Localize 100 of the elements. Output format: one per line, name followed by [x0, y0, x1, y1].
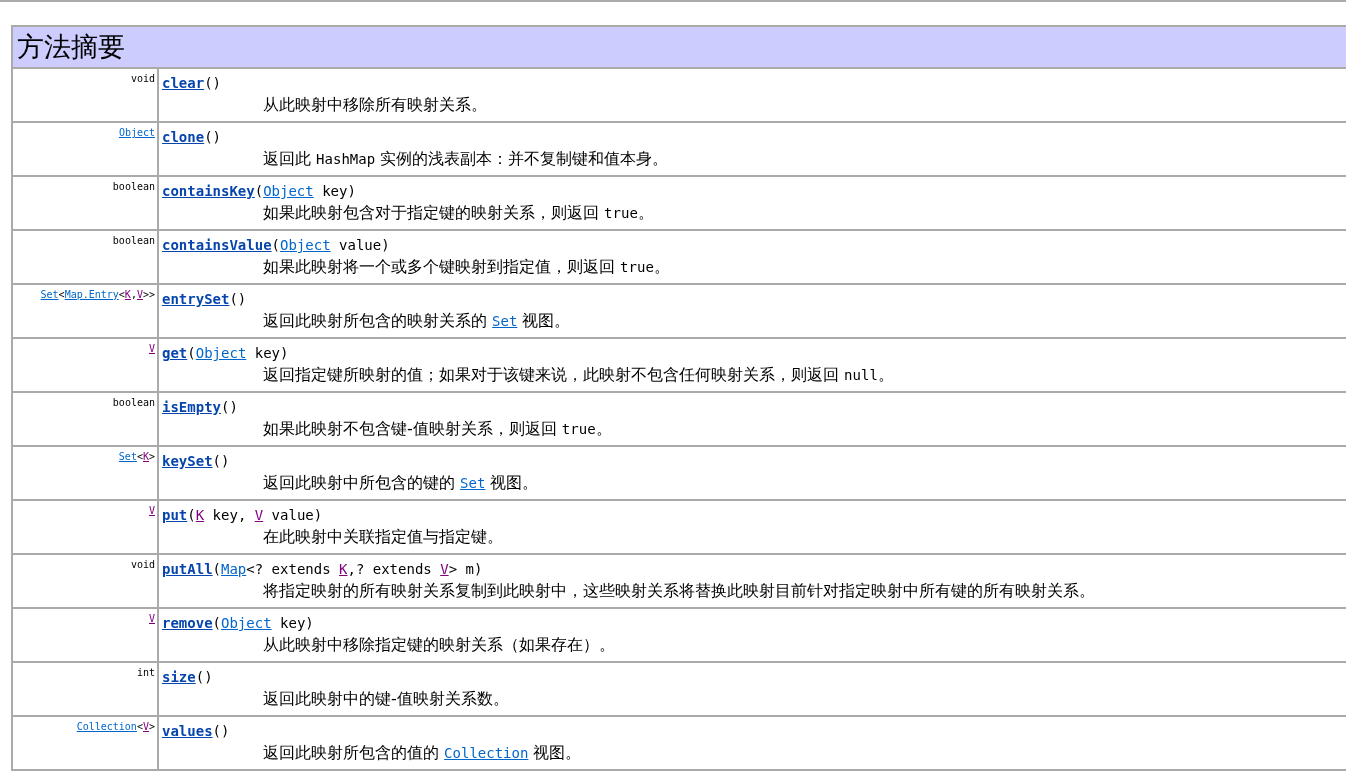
return-type-text: < — [58, 289, 65, 300]
description-text: 视图。 — [521, 311, 571, 330]
return-type-text: , — [130, 289, 137, 300]
method-name-link[interactable]: keySet — [162, 453, 213, 469]
parameter-text: value) — [338, 237, 390, 253]
return-type-link[interactable]: Set — [118, 451, 137, 462]
parameter-link[interactable]: Object — [195, 345, 247, 361]
code-text: true — [620, 259, 654, 275]
return-type-text: boolean — [112, 397, 155, 408]
parameter-link[interactable]: Object — [280, 237, 331, 253]
return-type-link[interactable]: Object — [118, 127, 155, 138]
description-text: 如果此映射不包含键-值映射关系，则返回 — [263, 419, 558, 438]
description-text: 视图。 — [532, 743, 582, 762]
method-name-link[interactable]: put — [162, 507, 188, 523]
type-parameter-link[interactable]: K — [195, 507, 205, 523]
description-text: 返回此映射中所包含的键的 — [263, 473, 456, 492]
description-text: 。 — [637, 203, 654, 222]
method-name-link[interactable]: values — [162, 723, 213, 739]
parameter-text: key, — [211, 507, 248, 523]
method-name-link[interactable]: get — [162, 345, 188, 361]
description-text: 返回此映射所包含的映射关系的 — [263, 311, 488, 330]
parameter-link[interactable]: Object — [221, 615, 272, 631]
description-text: 返回此映射所包含的值的 — [263, 743, 440, 762]
description-text: 将指定映射的所有映射关系复制到此映射中，这些映射关系将替换此映射目前针对指定映射中所有键的所有映射关系。 — [263, 581, 1095, 600]
parameter-text: <? extends — [246, 561, 332, 577]
parameter-text: key) — [253, 345, 289, 361]
code-text: HashMap — [316, 151, 376, 167]
code-text: true — [561, 421, 596, 437]
description-text: 视图。 — [489, 473, 539, 492]
type-parameter-link[interactable]: K — [339, 561, 348, 577]
description-text: 如果此映射将一个或多个键映射到指定值，则返回 — [263, 257, 616, 276]
section-title: 方法摘要 — [17, 30, 125, 64]
type-parameter-link[interactable]: V — [136, 289, 143, 300]
parameter-text: () — [195, 669, 213, 685]
return-type-link[interactable]: Set — [40, 289, 59, 300]
description-text: 从此映射中移除指定键的映射关系（如果存在）。 — [263, 635, 615, 654]
method-name-link[interactable]: entrySet — [162, 291, 230, 307]
type-parameter-link[interactable]: V — [148, 343, 155, 354]
parameter-text: () — [204, 129, 221, 145]
method-name-link[interactable]: clone — [162, 129, 205, 145]
type-parameter-link[interactable]: V — [254, 507, 264, 523]
description-text: 实例的浅表副本：并不复制键和值本身。 — [379, 149, 669, 168]
parameter-text: () — [212, 723, 230, 739]
return-type-text: void — [130, 73, 155, 84]
method-name-link[interactable]: isEmpty — [162, 399, 221, 415]
parameter-text: > m) — [448, 561, 483, 577]
description-text: 。 — [595, 419, 612, 438]
return-type-text: > — [148, 451, 155, 462]
type-parameter-link[interactable]: K — [142, 451, 149, 462]
parameter-text: ( — [187, 507, 196, 523]
class-link[interactable]: Collection — [444, 745, 529, 761]
description-text: 如果此映射包含对于指定键的映射关系，则返回 — [263, 203, 600, 222]
parameter-text: ( — [254, 183, 264, 199]
class-link[interactable]: Set — [460, 475, 486, 491]
return-type-link[interactable]: Collection — [76, 721, 137, 732]
type-parameter-link[interactable]: V — [148, 613, 155, 624]
description-text: 返回此 — [263, 149, 312, 168]
method-name-link[interactable]: putAll — [162, 561, 213, 577]
parameter-text: ( — [187, 345, 196, 361]
parameter-link[interactable]: Map — [221, 561, 247, 577]
description-text: 从此映射中移除所有映射关系。 — [263, 95, 487, 114]
parameter-text: ( — [212, 561, 221, 577]
parameter-text: key) — [279, 615, 314, 631]
description-text: 。 — [653, 257, 670, 276]
description-text: 返回指定键所映射的值；如果对于该键来说，此映射不包含任何映射关系，则返回 — [263, 365, 840, 384]
description-text: 。 — [877, 365, 894, 384]
parameter-text: key) — [321, 183, 356, 199]
method-name-link[interactable]: size — [162, 669, 196, 685]
method-name-link[interactable]: clear — [162, 75, 205, 91]
parameter-text: () — [204, 75, 221, 91]
parameter-link[interactable]: Object — [263, 183, 314, 199]
return-type-link[interactable]: Map.Entry — [64, 289, 119, 300]
parameter-text: ,? extends — [347, 561, 433, 577]
return-type-text: boolean — [112, 235, 155, 246]
parameter-text: () — [229, 291, 247, 307]
type-parameter-link[interactable]: V — [142, 721, 149, 732]
return-type-text: < — [118, 289, 125, 300]
method-name-link[interactable]: containsKey — [162, 183, 255, 199]
code-text: true — [604, 205, 638, 221]
return-type-text: < — [136, 721, 143, 732]
class-link[interactable]: Set — [492, 313, 518, 329]
parameter-text: () — [212, 453, 230, 469]
method-name-link[interactable]: remove — [162, 615, 213, 631]
parameter-text: ( — [271, 237, 280, 253]
type-parameter-link[interactable]: V — [148, 505, 155, 516]
parameter-text: value) — [270, 507, 323, 523]
return-type-text: >> — [142, 289, 155, 300]
return-type-text: void — [130, 559, 155, 570]
parameter-text: ( — [212, 615, 221, 631]
return-type-text: int — [136, 667, 155, 678]
type-parameter-link[interactable]: K — [124, 289, 131, 300]
return-type-text: < — [136, 451, 143, 462]
method-name-link[interactable]: containsValue — [162, 237, 272, 253]
return-type-text: boolean — [112, 181, 155, 192]
type-parameter-link[interactable]: V — [440, 561, 449, 577]
parameter-text: () — [221, 399, 238, 415]
description-text: 返回此映射中的键-值映射关系数。 — [263, 689, 509, 708]
code-text: null — [844, 367, 878, 383]
return-type-text: > — [148, 721, 155, 732]
description-text: 在此映射中关联指定值与指定键。 — [263, 527, 503, 546]
